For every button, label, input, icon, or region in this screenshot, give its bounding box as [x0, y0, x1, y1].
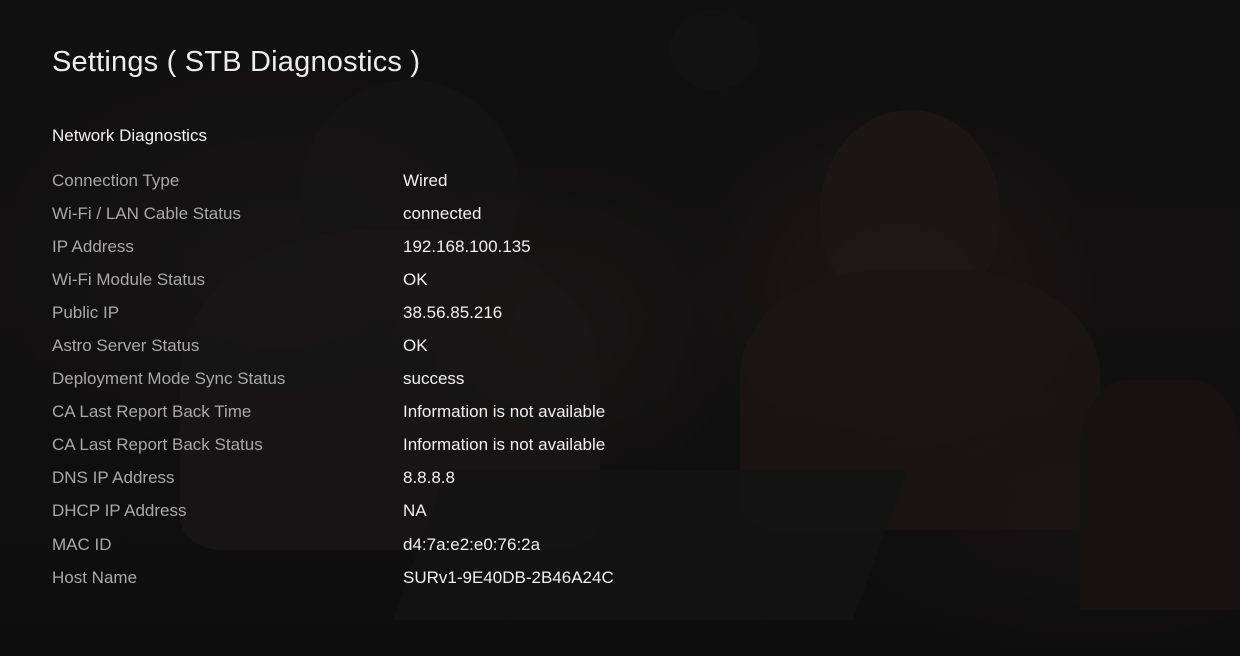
row-value: 8.8.8.8 — [403, 468, 455, 488]
row-label: Connection Type — [52, 170, 180, 190]
row-value: connected — [403, 203, 482, 223]
row-ip-address: IP Address 192.168.100.135 — [52, 230, 852, 263]
row-label: DHCP IP Address — [52, 501, 187, 521]
row-label: CA Last Report Back Time — [52, 402, 252, 422]
row-value: d4:7a:e2:e0:76:2a — [403, 534, 541, 554]
diagnostics-panel: Settings ( STB Diagnostics ) Network Dia… — [52, 0, 1200, 656]
row-value: Information is not available — [403, 402, 606, 422]
row-mac-id: MAC ID d4:7a:e2:e0:76:2a — [52, 528, 852, 561]
row-label: MAC ID — [52, 534, 112, 554]
row-value: 192.168.100.135 — [403, 236, 531, 256]
row-deployment-sync-status: Deployment Mode Sync Status success — [52, 363, 852, 396]
row-label: Wi-Fi / LAN Cable Status — [52, 203, 241, 223]
row-label: IP Address — [52, 236, 134, 256]
row-host-name: Host Name SURv1-9E40DB-2B46A24C — [52, 561, 852, 594]
row-dhcp-ip: DHCP IP Address NA — [52, 495, 852, 528]
page-title: Settings ( STB Diagnostics ) — [52, 46, 421, 78]
row-label: Host Name — [52, 567, 138, 587]
row-connection-type: Connection Type Wired — [52, 164, 852, 197]
row-value: Information is not available — [403, 435, 606, 455]
row-value: Wired — [403, 170, 448, 190]
row-value: success — [403, 369, 465, 389]
row-cable-status: Wi-Fi / LAN Cable Status connected — [52, 197, 852, 230]
row-value: OK — [403, 269, 428, 289]
row-public-ip: Public IP 38.56.85.216 — [52, 296, 852, 329]
row-value: SURv1-9E40DB-2B46A24C — [403, 567, 614, 587]
diagnostics-screen: Settings ( STB Diagnostics ) Network Dia… — [0, 0, 1240, 656]
row-value: NA — [403, 501, 427, 521]
row-ca-report-status: CA Last Report Back Status Information i… — [52, 429, 852, 462]
row-wifi-module-status: Wi-Fi Module Status OK — [52, 263, 852, 296]
row-dns-ip: DNS IP Address 8.8.8.8 — [52, 462, 852, 495]
row-label: Public IP — [52, 302, 120, 322]
row-value: 38.56.85.216 — [403, 302, 503, 322]
row-value: OK — [403, 336, 428, 356]
row-label: Astro Server Status — [52, 336, 200, 356]
diagnostics-list: Connection Type Wired Wi-Fi / LAN Cable … — [52, 164, 852, 594]
section-title: Network Diagnostics — [52, 126, 207, 145]
row-label: Wi-Fi Module Status — [52, 269, 206, 289]
row-ca-report-time: CA Last Report Back Time Information is … — [52, 396, 852, 429]
row-label: DNS IP Address — [52, 468, 175, 488]
row-server-status: Astro Server Status OK — [52, 329, 852, 362]
row-label: CA Last Report Back Status — [52, 435, 263, 455]
row-label: Deployment Mode Sync Status — [52, 369, 286, 389]
